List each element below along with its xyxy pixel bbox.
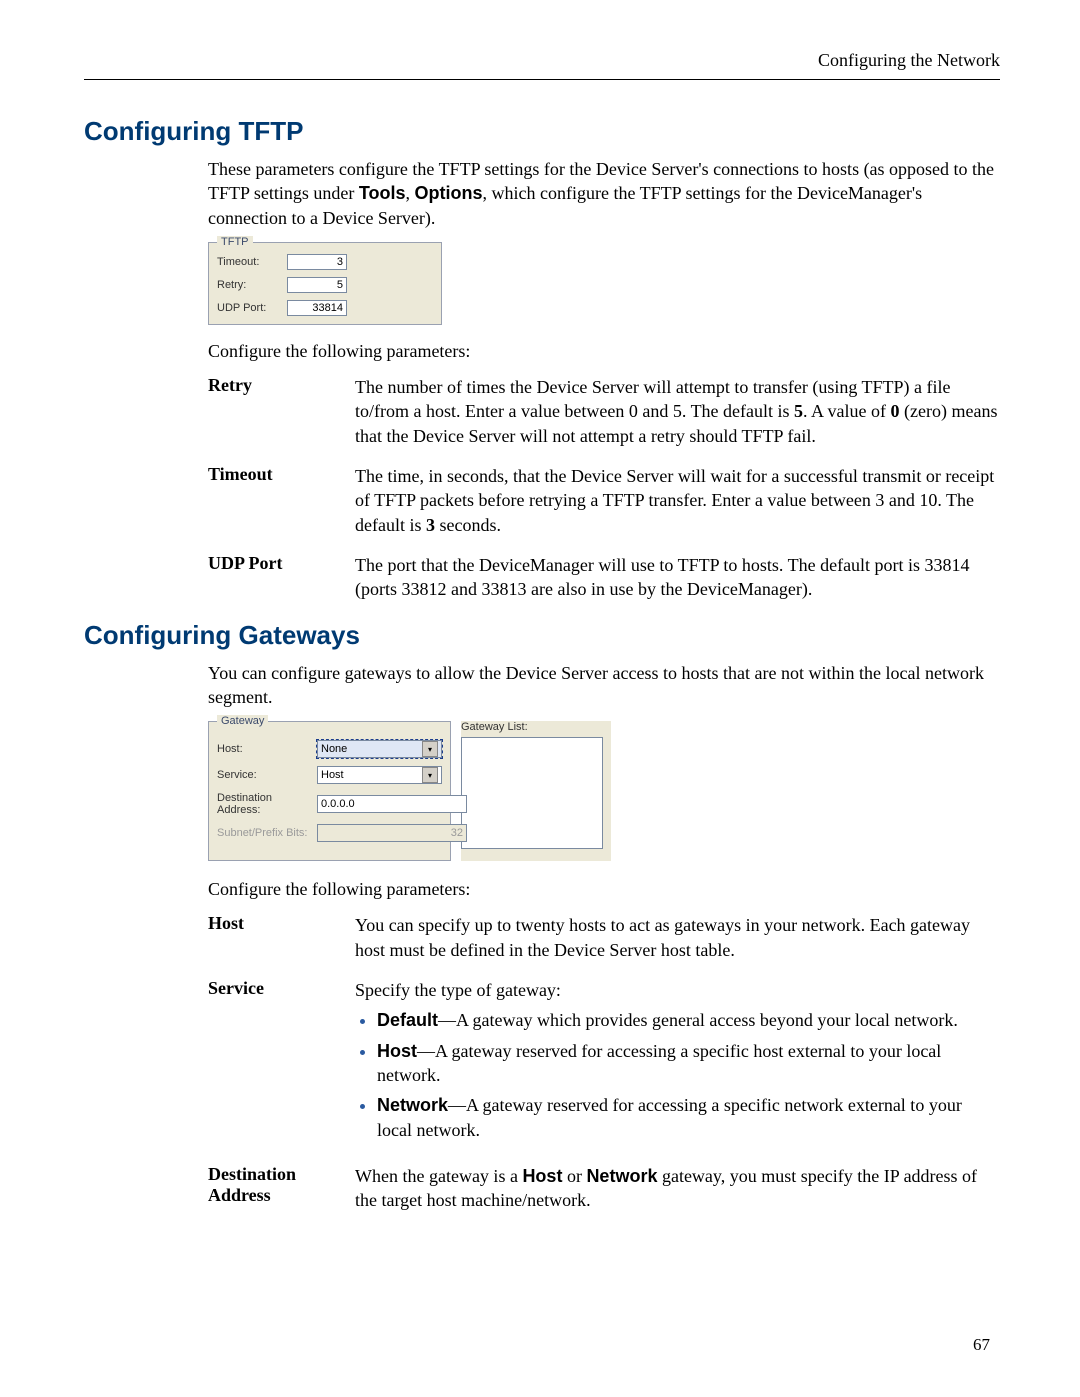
tftp-panel: TFTP Timeout: Retry: UDP Port: <box>208 242 442 325</box>
param-dest: Destination Address When the gateway is … <box>208 1164 1000 1213</box>
gw-panel-wrap: Gateway Host: None ▾ Service: Host ▾ <box>208 721 1000 861</box>
param-host: Host You can specify up to twenty hosts … <box>208 913 1000 962</box>
tftp-intro-b2: Options <box>415 183 483 203</box>
param-retry-b2: 0 <box>891 401 900 421</box>
gw-dest-label: Destination Address: <box>217 792 317 816</box>
tftp-panel-legend: TFTP <box>217 236 253 248</box>
bullet-default: Default—A gateway which provides general… <box>377 1008 1000 1032</box>
tftp-retry-row: Retry: <box>217 277 433 293</box>
param-dest-b1: Host <box>522 1166 562 1186</box>
gw-list-box[interactable] <box>461 737 603 849</box>
gw-list: Gateway List: <box>461 721 611 861</box>
bullet-network: Network—A gateway reserved for accessing… <box>377 1093 1000 1142</box>
gw-host-row: Host: None ▾ <box>217 740 442 758</box>
bullet-default-t: —A gateway which provides general access… <box>438 1010 958 1030</box>
param-service-term: Service <box>208 978 355 999</box>
param-service-lead: Specify the type of gateway: <box>355 980 561 1000</box>
tftp-udpport-input[interactable] <box>287 300 347 316</box>
tftp-retry-label: Retry: <box>217 279 287 291</box>
running-header: Configuring the Network <box>84 50 1000 71</box>
tftp-body: These parameters configure the TFTP sett… <box>208 157 1000 602</box>
gw-dest-row: Destination Address: <box>217 792 442 816</box>
gw-subnet-row: Subnet/Prefix Bits: <box>217 824 442 842</box>
tftp-timeout-row: Timeout: <box>217 254 433 270</box>
param-dest-term: Destination Address <box>208 1164 355 1206</box>
param-retry-b1: 5 <box>794 401 803 421</box>
param-dest-pre: When the gateway is a <box>355 1166 522 1186</box>
gw-heading: Configuring Gateways <box>84 620 1000 651</box>
gw-host-label: Host: <box>217 743 317 755</box>
bullet-host-t: —A gateway reserved for accessing a spec… <box>377 1041 941 1085</box>
tftp-udpport-row: UDP Port: <box>217 300 433 316</box>
bullet-host-b: Host <box>377 1041 417 1061</box>
gw-list-label: Gateway List: <box>461 721 611 733</box>
bullet-default-b: Default <box>377 1010 438 1030</box>
param-dest-desc: When the gateway is a Host or Network ga… <box>355 1164 1000 1213</box>
chevron-down-icon[interactable]: ▾ <box>422 741 438 757</box>
gw-host-select[interactable]: None ▾ <box>317 740 442 758</box>
gw-subnet-label: Subnet/Prefix Bits: <box>217 827 317 839</box>
param-service: Service Specify the type of gateway: Def… <box>208 978 1000 1148</box>
gw-host-value: None <box>321 743 347 755</box>
param-timeout: Timeout The time, in seconds, that the D… <box>208 464 1000 537</box>
tftp-heading: Configuring TFTP <box>84 116 1000 147</box>
tftp-intro-b1: Tools <box>359 183 406 203</box>
tftp-timeout-input[interactable] <box>287 254 347 270</box>
page: Configuring the Network Configuring TFTP… <box>0 0 1080 1397</box>
tftp-intro: These parameters configure the TFTP sett… <box>208 157 1000 230</box>
param-udpport-desc: The port that the DeviceManager will use… <box>355 553 1000 602</box>
bullet-host: Host—A gateway reserved for accessing a … <box>377 1039 1000 1088</box>
tftp-configure-line: Configure the following parameters: <box>208 339 1000 363</box>
tftp-udpport-label: UDP Port: <box>217 302 287 314</box>
gw-body: You can configure gateways to allow the … <box>208 661 1000 1213</box>
param-service-desc: Specify the type of gateway: Default—A g… <box>355 978 1000 1148</box>
chevron-down-icon[interactable]: ▾ <box>422 767 438 783</box>
tftp-timeout-label: Timeout: <box>217 256 287 268</box>
gw-service-select[interactable]: Host ▾ <box>317 766 442 784</box>
gw-param-table: Host You can specify up to twenty hosts … <box>208 913 1000 1212</box>
gw-configure-line: Configure the following parameters: <box>208 877 1000 901</box>
param-timeout-b1: 3 <box>426 515 435 535</box>
header-rule <box>84 79 1000 80</box>
gw-service-value: Host <box>321 769 344 781</box>
param-service-bullets: Default—A gateway which provides general… <box>355 1008 1000 1141</box>
param-udpport: UDP Port The port that the DeviceManager… <box>208 553 1000 602</box>
bullet-network-t: —A gateway reserved for accessing a spec… <box>377 1095 962 1139</box>
param-timeout-post: seconds. <box>435 515 501 535</box>
param-retry-desc: The number of times the Device Server wi… <box>355 375 1000 448</box>
gw-dest-input[interactable] <box>317 795 467 813</box>
param-udpport-pre: The port that the DeviceManager will use… <box>355 555 970 599</box>
gw-service-label: Service: <box>217 769 317 781</box>
tftp-intro-mid: , <box>406 183 415 203</box>
param-dest-mid: or <box>562 1166 586 1186</box>
page-number: 67 <box>973 1335 990 1355</box>
param-udpport-term: UDP Port <box>208 553 355 574</box>
param-retry-mid: . A value of <box>803 401 891 421</box>
gw-panel-legend: Gateway <box>217 715 268 727</box>
param-retry: Retry The number of times the Device Ser… <box>208 375 1000 448</box>
tftp-retry-input[interactable] <box>287 277 347 293</box>
gw-service-row: Service: Host ▾ <box>217 766 442 784</box>
param-host-desc: You can specify up to twenty hosts to ac… <box>355 913 1000 962</box>
param-timeout-desc: The time, in seconds, that the Device Se… <box>355 464 1000 537</box>
gw-intro: You can configure gateways to allow the … <box>208 661 1000 710</box>
param-host-term: Host <box>208 913 355 934</box>
gw-subnet-input <box>317 824 467 842</box>
param-retry-term: Retry <box>208 375 355 396</box>
gw-panel: Gateway Host: None ▾ Service: Host ▾ <box>208 721 451 861</box>
param-timeout-term: Timeout <box>208 464 355 485</box>
tftp-param-table: Retry The number of times the Device Ser… <box>208 375 1000 601</box>
bullet-network-b: Network <box>377 1095 448 1115</box>
param-dest-b2: Network <box>586 1166 657 1186</box>
